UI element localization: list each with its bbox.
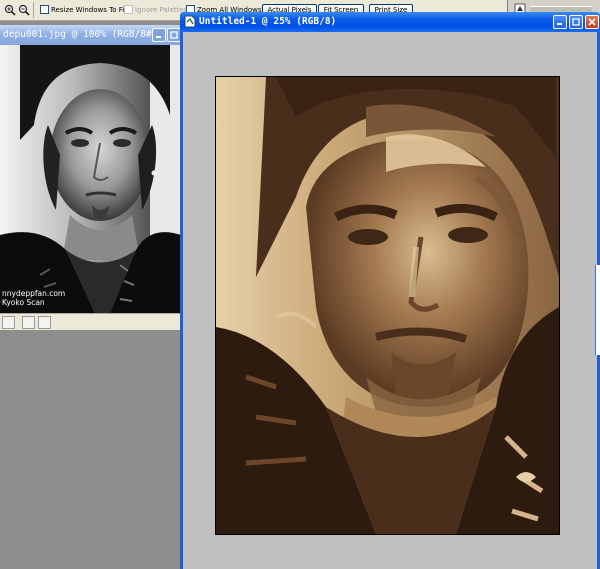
window-title: depu001.jpg @ 100% (RGB/8#) [3,29,158,40]
zoom-in-icon[interactable] [3,3,17,16]
panel-edge [595,265,600,355]
canvas-window: Untitled-1 @ 25% (RGB/8) [180,12,600,569]
ignore-palettes-checkbox[interactable]: Ignore Palettes [124,5,187,14]
source-photo: nnydeppfan.com Kyoko Scan [0,45,181,313]
toolbar-separator [33,2,34,18]
painted-portrait-canvas[interactable] [215,76,560,535]
source-photo-window: depu001.jpg @ 100% (RGB/8#) nnydeppfan.c… [0,25,181,330]
zoom-out-icon[interactable] [17,3,31,16]
status-arrow-icon[interactable] [2,316,15,329]
checkbox-box[interactable] [124,5,133,14]
photo-watermark: nnydeppfan.com Kyoko Scan [2,289,65,307]
watermark-line-2: Kyoko Scan [2,298,45,307]
sepia-painting-image [216,77,559,534]
canvas-workspace[interactable] [183,32,597,569]
scroll-right-button[interactable] [38,316,51,329]
resize-windows-checkbox[interactable]: Resize Windows To Fit [40,5,127,14]
minimize-button[interactable] [152,28,166,42]
source-status-bar [0,313,181,330]
checkbox-box[interactable] [40,5,49,14]
checkbox-label: Ignore Palettes [135,5,188,14]
window-title: Untitled-1 @ 25% (RGB/8) [199,16,337,27]
close-button[interactable] [585,15,599,29]
minimize-button[interactable] [553,15,567,29]
document-icon [184,15,196,28]
canvas-window-titlebar[interactable]: Untitled-1 @ 25% (RGB/8) [180,12,600,32]
maximize-button[interactable] [569,15,583,29]
scroll-left-button[interactable] [22,316,35,329]
watermark-line-1: nnydeppfan.com [2,289,66,298]
bw-portrait-image [0,45,181,313]
source-window-titlebar[interactable]: depu001.jpg @ 100% (RGB/8#) [0,25,181,45]
maximize-button[interactable] [167,28,181,42]
checkbox-label: Resize Windows To Fit [51,5,127,14]
